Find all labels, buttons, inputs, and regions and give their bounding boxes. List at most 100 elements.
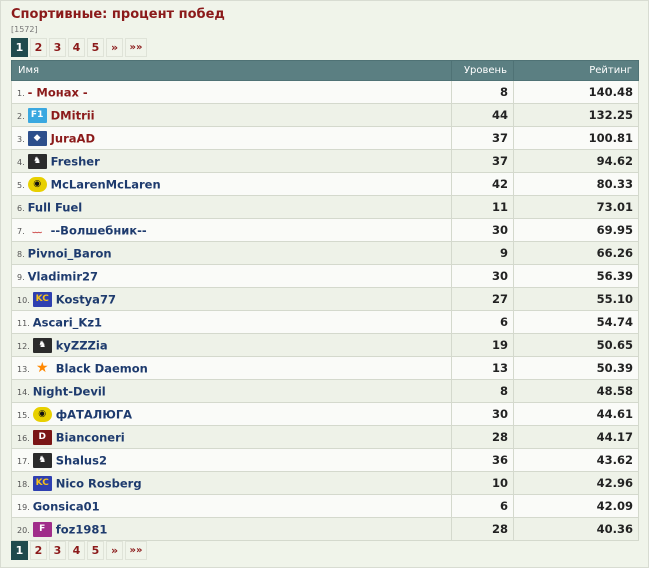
player-name-link[interactable]: Nico Rosberg xyxy=(56,476,142,490)
player-cell: 9. Vladimir27 xyxy=(11,264,452,288)
pagination-bottom: 1 2 3 4 5 » »» xyxy=(11,541,147,560)
page-link-4[interactable]: 4 xyxy=(68,541,85,560)
rating-cell: 140.48 xyxy=(513,80,639,104)
rating-cell: 42.96 xyxy=(513,471,639,495)
row-index: 11. xyxy=(17,318,30,328)
level-cell: 30 xyxy=(451,264,514,288)
player-name-link[interactable]: Gonsica01 xyxy=(33,499,100,513)
player-name-link[interactable]: Vladimir27 xyxy=(28,269,98,283)
player-name-link[interactable]: foz1981 xyxy=(56,522,108,536)
column-header-rating[interactable]: Рейтинг xyxy=(513,60,639,81)
player-name-link[interactable]: - Монах - xyxy=(28,85,88,99)
page-link-2[interactable]: 2 xyxy=(30,541,47,560)
table-row: 2. F1 DMitrii 44 132.25 xyxy=(11,103,639,127)
player-cell: 19. Gonsica01 xyxy=(11,494,452,518)
level-cell: 42 xyxy=(451,172,514,196)
prancing-horse-icon: ♞ xyxy=(32,337,52,353)
player-name-link[interactable]: Kostya77 xyxy=(56,292,116,306)
page-link-4[interactable]: 4 xyxy=(68,38,85,57)
table-body: 1. - Монах -8 140.48 2. F1 DMitrii 44 132.25 3. ◆… xyxy=(11,80,639,541)
level-cell: 19 xyxy=(451,333,514,357)
row-index: 12. xyxy=(17,341,30,351)
page-title: Спортивные: процент побед xyxy=(11,7,225,22)
level-cell: 30 xyxy=(451,218,514,242)
rating-cell: 40.36 xyxy=(513,517,639,541)
player-name-link[interactable]: Fresher xyxy=(51,154,100,168)
player-name-link[interactable]: kyZZZia xyxy=(56,338,108,352)
row-index: 15. xyxy=(17,410,30,420)
last-page-link[interactable]: »» xyxy=(125,541,147,560)
player-cell: 5. ◉ McLarenMcLaren xyxy=(11,172,452,196)
row-index: 19. xyxy=(17,502,30,512)
table-row: 14. Night-Devil 8 48.58 xyxy=(11,379,639,403)
player-name-link[interactable]: --Волшебник-- xyxy=(51,223,147,237)
total-count: [1572] xyxy=(11,25,38,34)
row-index: 2. xyxy=(17,111,25,121)
level-cell: 11 xyxy=(451,195,514,219)
last-page-link[interactable]: »» xyxy=(125,38,147,57)
column-header-name[interactable]: Имя xyxy=(11,60,452,81)
table-row: 15. ◉ фАТАЛЮГА 30 44.61 xyxy=(11,402,639,426)
table-row: 4. ♞ Fresher 37 94.62 xyxy=(11,149,639,173)
table-row: 19. Gonsica01 6 42.09 xyxy=(11,494,639,518)
rating-cell: 56.39 xyxy=(513,264,639,288)
player-name-link[interactable]: фАТАЛЮГА xyxy=(56,407,132,421)
player-cell: 15. ◉ фАТАЛЮГА xyxy=(11,402,452,426)
row-index: 8. xyxy=(17,249,25,259)
player-name-link[interactable]: Ascari_Kz1 xyxy=(33,315,102,329)
player-name-link[interactable]: McLarenMcLaren xyxy=(51,177,161,191)
rating-cell: 80.33 xyxy=(513,172,639,196)
row-index: 20. xyxy=(17,525,30,535)
player-name-link[interactable]: Pivnoi_Baron xyxy=(28,246,112,260)
pagination-top: 1 2 3 4 5 » »» xyxy=(11,38,147,57)
page-link-1[interactable]: 1 xyxy=(11,541,28,560)
table-row: 7. ﹏ --Волшебник-- 30 69.95 xyxy=(11,218,639,242)
row-index: 13. xyxy=(17,364,30,374)
player-cell: 12. ♞ kyZZZia xyxy=(11,333,452,357)
mclaren-team-icon: ◉ xyxy=(32,406,52,422)
table-row: 5. ◉ McLarenMcLaren 42 80.33 xyxy=(11,172,639,196)
player-name-link[interactable]: Shalus2 xyxy=(56,453,107,467)
player-cell: 13. ★ Black Daemon xyxy=(11,356,452,380)
player-cell: 4. ♞ Fresher xyxy=(11,149,452,173)
prancing-horse-icon: ♞ xyxy=(32,452,52,468)
player-name-link[interactable]: DMitrii xyxy=(51,108,95,122)
kc-team-icon: KC xyxy=(32,475,52,491)
rating-cell: 44.61 xyxy=(513,402,639,426)
page-link-5[interactable]: 5 xyxy=(87,541,104,560)
player-cell: 17. ♞ Shalus2 xyxy=(11,448,452,472)
column-header-level[interactable]: Уровень xyxy=(451,60,514,81)
player-cell: 8. Pivnoi_Baron xyxy=(11,241,452,265)
row-index: 18. xyxy=(17,479,30,489)
level-cell: 6 xyxy=(451,310,514,334)
row-index: 14. xyxy=(17,387,30,397)
player-name-link[interactable]: JuraAD xyxy=(51,131,95,145)
page-link-1[interactable]: 1 xyxy=(11,38,28,57)
page-link-3[interactable]: 3 xyxy=(49,38,66,57)
rating-cell: 100.81 xyxy=(513,126,639,150)
player-name-link[interactable]: Full Fuel xyxy=(28,200,83,214)
level-cell: 8 xyxy=(451,80,514,104)
player-name-link[interactable]: Night-Devil xyxy=(33,384,106,398)
row-index: 17. xyxy=(17,456,30,466)
row-index: 3. xyxy=(17,134,25,144)
next-page-link[interactable]: » xyxy=(106,38,123,57)
level-cell: 8 xyxy=(451,379,514,403)
row-index: 16. xyxy=(17,433,30,443)
row-index: 1. xyxy=(17,88,25,98)
player-name-link[interactable]: Bianconeri xyxy=(56,430,125,444)
next-page-link[interactable]: » xyxy=(106,541,123,560)
table-row: 12. ♞ kyZZZia 19 50.65 xyxy=(11,333,639,357)
ford-team-icon: ◆ xyxy=(27,130,47,146)
page-link-2[interactable]: 2 xyxy=(30,38,47,57)
level-cell: 28 xyxy=(451,425,514,449)
rating-cell: 69.95 xyxy=(513,218,639,242)
table-row: 18. KC Nico Rosberg 10 42.96 xyxy=(11,471,639,495)
rating-cell: 54.74 xyxy=(513,310,639,334)
page-link-5[interactable]: 5 xyxy=(87,38,104,57)
row-index: 4. xyxy=(17,157,25,167)
d-letter-icon: D xyxy=(32,429,52,445)
page-link-3[interactable]: 3 xyxy=(49,541,66,560)
table-header-row: Имя Уровень Рейтинг xyxy=(11,60,639,81)
player-name-link[interactable]: Black Daemon xyxy=(56,361,148,375)
